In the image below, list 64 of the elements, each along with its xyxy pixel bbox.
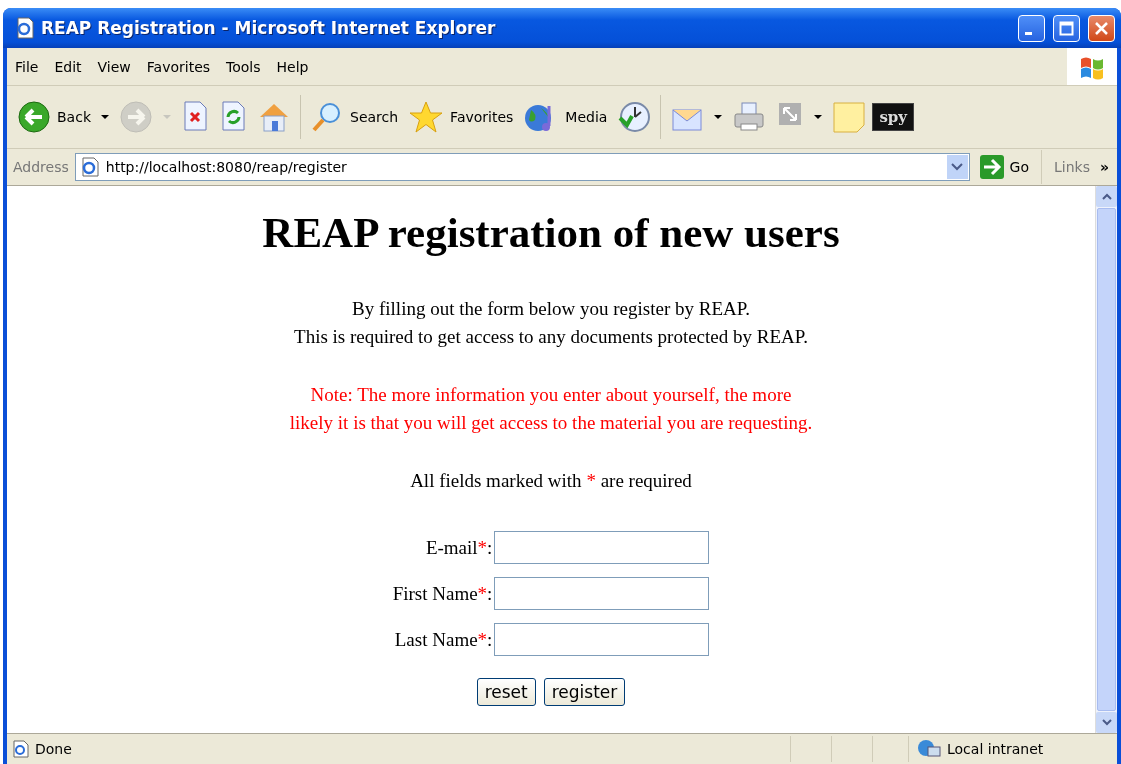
dropdown-caret-icon [163,115,171,119]
close-button[interactable] [1088,14,1115,42]
input-field[interactable] [494,531,710,564]
minimize-button[interactable] [1018,14,1045,42]
reset-button[interactable]: reset [476,678,536,706]
forward-icon [119,100,153,134]
status-text: Done [35,741,73,757]
intro-text: This is required to get access to any documents protected by REAP. [294,325,808,349]
scroll-up-button[interactable] [1096,186,1117,207]
history-clock-icon [617,100,652,134]
menu-item[interactable]: Tools [218,58,269,75]
field-label: Last Name*: [393,628,493,651]
chevron-up-icon [1101,193,1112,200]
chevron-down-icon [1101,719,1112,726]
chevron-button[interactable]: » [1095,159,1113,175]
note-icon [832,100,867,134]
menu-item[interactable]: Edit [46,58,90,75]
menu-item[interactable]: Help [268,58,317,75]
back-button[interactable]: Back [13,98,113,136]
zone-text: Local intranet [947,741,1044,757]
page-icon [11,740,29,758]
back-icon [17,100,51,134]
field-label: First Name*: [392,582,493,605]
refresh-icon [219,100,247,134]
search-button[interactable]: Search [306,98,403,136]
star-button[interactable]: Favorites [404,98,518,136]
minimize-icon [1025,32,1032,35]
star-icon [408,100,445,134]
register-button[interactable]: register [543,678,626,706]
links-label[interactable]: Links [1048,159,1090,175]
scrollbar[interactable] [1095,186,1117,733]
dropdown-caret-icon [814,115,823,119]
page-heading: REAP registration of new users [262,208,840,257]
intro-text: By filling out the form below you register by REAP. [352,297,750,321]
globe-computer-icon [917,739,941,759]
scroll-down-button[interactable] [1096,712,1117,733]
go-button[interactable]: Go [975,150,1042,184]
maximize-icon [1059,20,1074,36]
arrow-icon [979,155,1004,179]
stop-icon [181,100,209,134]
menu-item[interactable]: View [89,58,139,75]
address-label: Address [13,159,69,175]
printer-icon [732,100,767,134]
required-note: All fields marked with * are required [410,469,692,493]
menu-item[interactable]: Favorites [138,58,219,75]
chevron-down-icon [951,163,964,171]
globe-music-button[interactable]: Media [519,98,612,136]
close-icon [1094,20,1109,36]
dropdown-caret-icon [101,115,109,119]
page-icon [15,17,35,39]
address-field[interactable]: http://localhost:8080/reap/register [74,153,970,181]
dropdown-caret-icon [714,115,723,119]
spy-button[interactable]: spy [872,103,915,131]
note-text: Note: The more information you enter about yourself, the more [310,383,792,407]
scroll-thumb[interactable] [1097,208,1116,711]
menu-item[interactable]: File [7,58,47,75]
input-field[interactable] [494,577,710,610]
dropdown-button[interactable] [946,155,968,179]
window-title: REAP Registration - Microsoft Internet Explorer [41,18,497,38]
field-label: E-mail*: [424,536,493,559]
maximize-button[interactable] [1053,14,1080,42]
input-field[interactable] [494,623,710,656]
note-text: likely it is that you will get access to the material you are requesting. [289,411,813,435]
page-icon [79,157,100,177]
